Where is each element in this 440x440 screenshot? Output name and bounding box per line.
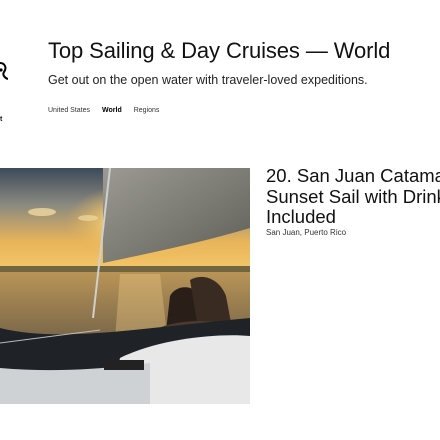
listing-title[interactable]: 20. San Juan Catamaran Sunset Sail with … xyxy=(266,166,440,228)
listing-title-line: Included xyxy=(266,206,336,227)
sidebar-text-fragment: t xyxy=(0,116,3,123)
tab-united-states[interactable]: United States xyxy=(48,107,90,114)
listing-title-line: 20. San Juan Catamaran xyxy=(266,166,440,186)
listing-location: San Juan, Puerto Rico xyxy=(266,228,347,237)
page-subtitle: Get out on the open water with traveler-… xyxy=(48,73,368,87)
tab-regions[interactable]: Regions xyxy=(134,107,160,114)
listing-title-line: Sunset Sail with Drinks xyxy=(266,185,440,207)
listing-photo[interactable] xyxy=(0,168,250,404)
tab-world[interactable]: World xyxy=(102,107,122,114)
region-tabs: United States World Regions xyxy=(48,107,159,114)
page-title: Top Sailing & Day Cruises — World xyxy=(48,38,391,63)
owl-logo-icon[interactable] xyxy=(0,60,8,82)
